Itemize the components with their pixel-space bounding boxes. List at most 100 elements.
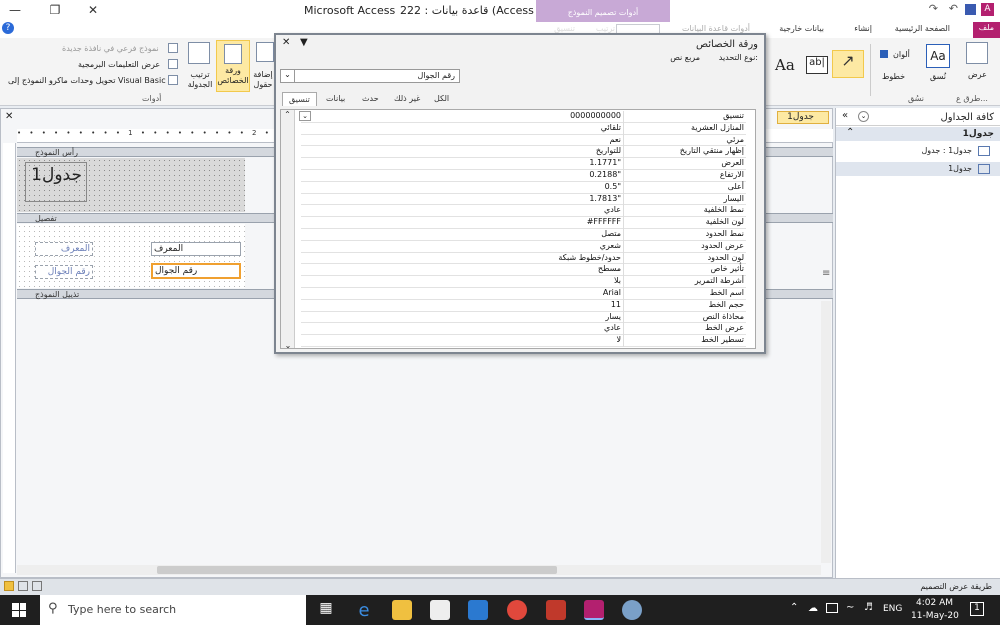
property-value[interactable]: 0.2188" [391,170,621,179]
control-selector-dropdown[interactable]: ⌄ رقم الجوال [280,69,460,83]
property-value[interactable]: 1.7813" [391,194,621,203]
property-row[interactable]: يسار محاذاة النص [301,311,746,324]
property-value[interactable]: 11 [391,300,621,309]
redo-icon[interactable]: ↷ [929,2,938,15]
property-value[interactable]: بلا [391,276,621,285]
textbox-control-icon[interactable]: ab| [806,56,828,74]
property-row[interactable]: عادي عرض الخط [301,323,746,336]
tab-database-tools[interactable]: أدوات قاعدة البيانات [682,24,750,33]
property-value[interactable]: حدود/خطوط شبكة [391,253,621,262]
tab-data-props[interactable]: بيانات [320,92,351,106]
property-value[interactable]: عادي [391,323,621,332]
phone-textbox[interactable]: رقم الجوال [151,263,241,279]
form-view-icon[interactable] [18,581,28,591]
property-scrollbar[interactable]: ⌃ ⌄ [281,110,295,348]
tab-order-button[interactable]: ترتيب الجدولة [186,70,214,90]
property-value[interactable]: 1.1771" [391,158,621,167]
fonts-button[interactable]: خطوط [882,72,905,81]
nav-group-header[interactable]: جدول1 ⌃ [836,127,1000,141]
chrome-icon[interactable] [507,600,527,620]
property-row[interactable]: 0000000000 تنسيق [301,111,746,123]
collapse-nav-icon[interactable]: « [842,110,848,121]
view-code-button[interactable]: عرض التعليمات البرمجية [78,60,160,69]
battery-icon[interactable] [826,603,838,613]
id-textbox[interactable]: المعرف [151,242,241,256]
property-row[interactable]: متصل نمط الحدود [301,229,746,241]
property-row[interactable]: حدود/خطوط شبكة لون الحدود [301,252,746,265]
close-window-button[interactable]: ✕ [86,3,100,17]
chevron-up-icon[interactable]: ⌃ [846,127,854,138]
property-value[interactable]: عادي [391,205,621,214]
phone-label[interactable]: رقم الجوال [35,265,93,279]
design-view-icon[interactable] [4,581,14,591]
nav-header[interactable]: كافة الجداول « ⌄ [836,108,1000,126]
paint-icon[interactable] [622,600,642,620]
property-row[interactable]: نعم مرئي [301,134,746,147]
tab-external-data[interactable]: بيانات خارجية [779,24,824,33]
edge-icon[interactable]: e [354,600,374,621]
clock-date[interactable]: 11-May-20 [911,611,959,621]
convert-macros-button[interactable]: تحويل وحدات ماكرو النموذج إلى Visual Bas… [8,76,166,85]
property-sheet-button[interactable]: ورقة الخصائص [216,40,250,92]
detail-section[interactable]: المعرف المعرف رقم الجوال رقم الجوال [17,224,245,288]
colors-button[interactable]: ألوان [893,50,910,59]
restore-button[interactable]: ❐ [48,3,62,17]
close-property-sheet-icon[interactable]: ✕ [282,37,290,48]
undo-icon[interactable]: ↶ [949,2,958,15]
property-row[interactable]: 0.2188" الارتفاع [301,170,746,182]
cloud-icon[interactable]: ☁ [808,603,818,614]
property-row[interactable]: للتواريخ إظهار منتقي التاريخ [301,146,746,159]
language-indicator[interactable]: ENG [883,604,902,614]
property-value[interactable]: Arial [391,288,621,297]
tab-arrange[interactable]: ترتيب [596,24,615,33]
property-row[interactable]: بلا أشرطة التمرير [301,276,746,289]
nav-item-table[interactable]: جدول1 : جدول [836,144,1000,158]
tab-home[interactable]: الصفحة الرئيسية [895,24,950,33]
form-header-section[interactable]: جدول1 [17,158,245,212]
nav-item-form[interactable]: جدول1 [836,162,1000,176]
doc-tab[interactable]: جدول1 [777,111,829,124]
property-row[interactable]: عادي نمط الخلفية [301,205,746,218]
vertical-scrollbar[interactable] [821,301,831,563]
windows-start-icon[interactable] [12,603,26,617]
tab-all-props[interactable]: الكل [428,92,455,106]
tab-event-props[interactable]: حدث [356,92,385,106]
property-value[interactable]: يسار [391,312,621,321]
property-value[interactable]: 0000000000 [391,111,621,120]
id-label[interactable]: المعرف [35,242,93,256]
volume-icon[interactable]: ♬ [864,602,873,613]
property-value[interactable]: شعري [391,241,621,250]
winrar-icon[interactable] [546,600,566,620]
scroll-thumb[interactable] [157,566,557,574]
property-value[interactable]: متصل [391,229,621,238]
tab-other-props[interactable]: غير ذلك [388,92,426,106]
view-button[interactable]: عرض [968,70,987,79]
store-icon[interactable] [430,600,450,620]
file-explorer-icon[interactable] [392,600,412,620]
tray-chevron-icon[interactable]: ⌃ [790,602,798,613]
wifi-icon[interactable]: ∼ [846,602,854,613]
splitter-handle[interactable]: ≡ [822,268,830,279]
horizontal-scrollbar[interactable] [17,565,821,575]
task-view-icon[interactable]: ▦ [316,600,336,620]
clock-time[interactable]: 4:02 AM [916,598,953,608]
nav-dropdown-icon[interactable]: ⌄ [858,111,869,122]
label-control-icon[interactable]: Aa [775,56,795,74]
select-tool[interactable]: ↗ [832,50,864,78]
property-value[interactable]: #FFFFFF [391,217,621,226]
mail-icon[interactable] [468,600,488,620]
property-row[interactable]: شعري عرض الحدود [301,240,746,253]
property-row[interactable]: 11 حجم الخط [301,299,746,312]
property-value[interactable]: 0.5" [391,182,621,191]
property-value[interactable]: لا [391,335,621,344]
property-value[interactable]: تلقائي [391,123,621,132]
property-row[interactable]: #FFFFFF لون الخلفية [301,217,746,230]
property-row[interactable]: مسطح تأثير خاص [301,264,746,277]
scroll-up-icon[interactable]: ⌃ [281,110,294,119]
tab-file[interactable]: ملف [972,22,1000,38]
themes-button[interactable]: نُسق [930,72,946,81]
close-doc-icon[interactable]: ✕ [5,111,13,122]
subform-new-window-button[interactable]: نموذج فرعي في نافذة جديدة [62,44,159,53]
property-row[interactable]: Arial اسم الخط [301,288,746,300]
access-taskbar-icon[interactable] [584,600,604,620]
